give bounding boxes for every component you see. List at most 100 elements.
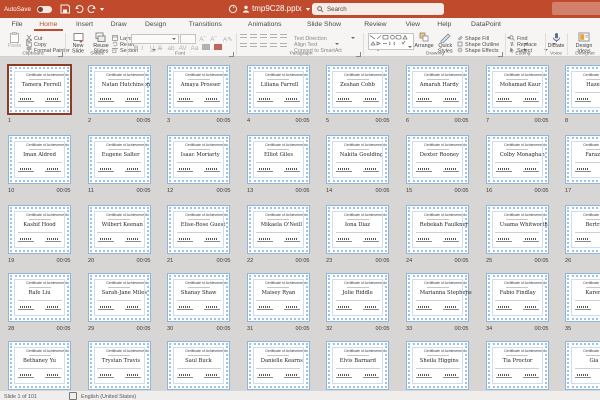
slide-thumbnail-29[interactable]: Certificate of Achievement Sarah-Jane Mil… [87,273,151,322]
slide-thumbnail-2[interactable]: Certificate of Achievement Natan Hutchins… [87,65,151,114]
account-icon[interactable] [241,4,251,14]
tab-help[interactable]: Help [429,18,460,31]
tab-draw[interactable]: Draw [102,18,135,31]
save-icon[interactable] [60,4,70,14]
slide-thumbnail-30[interactable]: Certificate of Achievement Shanay Shaw [167,273,231,322]
account-area[interactable] [552,2,600,15]
certificate-name: Bethaney Yu [23,358,56,364]
slide-thumbnail-41[interactable]: Certificate of Achievement Elvis Barnard [326,341,390,390]
slide-thumbnail-39[interactable]: Certificate of Achievement Saul Buck [167,341,231,390]
sync-icon[interactable] [228,4,238,14]
slide-thumbnail-6[interactable]: Certificate of Achievement Amarah Hardy [406,65,469,114]
tab-view[interactable]: View [397,18,429,31]
font-color-button[interactable] [214,44,222,50]
slide-thumbnail-15[interactable]: Certificate of Achievement Dexter Rooney [406,135,469,184]
certificate-name: Fabio Findlay [499,290,536,296]
font-size-select[interactable] [180,34,196,44]
tab-design[interactable]: Design [135,18,176,31]
slide-thumbnail-21[interactable]: Certificate of Achievement Elise-Rose Gue… [167,205,231,254]
slide-thumbnail-28[interactable]: Certificate of Achievement Rafe Liu [8,273,71,322]
slide-thumbnail-10[interactable]: Certificate of Achievement Iman Aldred [8,135,71,184]
slide-thumbnail-37[interactable]: Certificate of Achievement Bethaney Yu [8,341,71,390]
qat-customize-caret[interactable] [100,0,104,18]
slide-thumbnail-19[interactable]: Certificate of Achievement Kashif Hood [8,205,71,254]
slide-thumbnail-38[interactable]: Certificate of Achievement Trystan Travis [87,341,151,390]
slide-thumbnail-33[interactable]: Certificate of Achievement Marianna Steph… [406,273,472,322]
slide-thumbnail-43[interactable]: Certificate of Achievement Tia Proctor [485,341,549,390]
slide-label-row: 6 00:05 [406,117,469,124]
search-box[interactable]: Search [312,3,444,15]
autosave-toggle[interactable] [37,6,52,13]
tab-transitions[interactable]: Transitions [176,18,235,31]
justify-button[interactable] [270,43,277,49]
bullets-button[interactable] [240,34,247,40]
certificate-header: Certificate of Achievement [185,73,227,77]
signature-line [363,98,380,102]
clear-formatting-button[interactable]: A✎ [223,36,233,44]
slide-thumbnail-17[interactable]: Certificate of Achievement Faraz Fr [565,135,600,184]
slide-thumbnail-3[interactable]: Certificate of Achievement Amaya Prosser [167,65,231,114]
decrease-indent-button[interactable] [260,34,267,40]
undo-icon[interactable] [74,4,84,14]
shapes-gallery[interactable] [368,33,414,50]
certificate-header: Certificate of Achievement [503,143,545,147]
change-case-button[interactable]: Aa [191,44,199,51]
align-center-button[interactable] [250,43,257,49]
slide-number: 24 [406,257,413,264]
tab-home[interactable]: Home [30,18,67,31]
document-title-caret[interactable] [306,0,310,18]
slide-thumbnail-40[interactable]: Certificate of Achievement Danielle Kearn… [246,341,310,390]
certificate-header: Certificate of Achievement [583,213,600,217]
slide-number: 4 [246,117,250,124]
slide-thumbnail-26[interactable]: Certificate of Achievement Bertram [565,205,600,254]
slide-thumbnail-22[interactable]: Certificate of Achievement Mikaela O'Neil… [246,205,310,254]
slide-thumbnail-31[interactable]: Certificate of Achievement Maisey Ryan [246,273,310,322]
grow-font-button[interactable]: Aˆ [199,35,205,42]
align-left-button[interactable] [240,43,247,49]
slide-thumbnail-23[interactable]: Certificate of Achievement Iona Diaz [326,205,390,254]
slide-thumbnail-13[interactable]: Certificate of Achievement Elliot Giles [246,135,310,184]
slide-thumbnail-14[interactable]: Certificate of Achievement Nakita Gouldin… [326,135,390,184]
slide-thumbnail-35[interactable]: Certificate of Achievement Karen H [565,273,600,322]
slide-thumbnail-5[interactable]: Certificate of Achievement Zeshan Cobb [326,65,390,114]
align-right-button[interactable] [260,43,267,49]
slide-thumbnail-25[interactable]: Certificate of Achievement Usama Whitwort… [485,205,549,254]
signature-line [18,306,34,310]
slide-thumbnail-34[interactable]: Certificate of Achievement Fabio Findlay [485,273,549,322]
slide-thumbnail-16[interactable]: Certificate of Achievement Colby Monaghan [485,135,549,184]
slide-thumbnail-12[interactable]: Certificate of Achievement Isaac Moriarty [167,135,231,184]
shrink-font-button[interactable]: Aˇ [210,35,216,42]
slide-label-row: 5 00:05 [326,117,389,124]
italic-button[interactable]: I [141,44,143,51]
accessibility-icon[interactable] [69,391,78,400]
slide-thumbnail-42[interactable]: Certificate of Achievement Sheila Higgins [406,341,469,390]
columns-button[interactable] [280,43,287,49]
tab-datapoint[interactable]: DataPoint [459,18,513,31]
numbering-button[interactable] [250,34,257,40]
redo-icon[interactable] [87,4,97,14]
slide-thumbnail-24[interactable]: Certificate of Achievement Rebekah Faulkn… [406,205,469,254]
bold-button[interactable]: B [134,44,139,51]
slide-thumbnail-8[interactable]: Certificate of Achievement Hazel B [565,65,600,114]
tab-file[interactable]: File [4,18,30,31]
highlight-color-button[interactable] [202,44,210,50]
increase-indent-button[interactable] [270,34,277,40]
slide-thumbnail-11[interactable]: Certificate of Achievement Eugene Salter [87,135,151,184]
slide-thumbnail-20[interactable]: Certificate of Achievement Wilbert Keenan [87,205,151,254]
document-title[interactable]: tmp9C28.pptx [252,4,302,13]
slide-thumbnail-7[interactable]: Certificate of Achievement Mohamad Kaur [485,65,549,114]
tab-review[interactable]: Review [354,18,397,31]
slide-thumbnail-4[interactable]: Certificate of Achievement Liliana Farrel… [246,65,310,114]
strikethrough-button[interactable]: S [158,44,162,51]
slide-thumbnail-32[interactable]: Certificate of Achievement Jolie Riddle [326,273,390,322]
language-indicator[interactable]: English (United States) [81,393,136,399]
tab-animations[interactable]: Animations [235,18,294,31]
slide-thumbnail-44[interactable]: Certificate of Achievement Gia Y [565,341,600,390]
tab-insert[interactable]: Insert [67,18,102,31]
underline-button[interactable]: U [150,44,155,51]
line-spacing-button[interactable] [280,34,287,40]
font-name-select[interactable] [131,34,179,44]
powerpoint-window: AutoSave tmp9C28.pptx Search FileHome I [0,0,600,400]
slide-thumbnail-1[interactable]: Certificate of Achievement Tamera Ferrell [7,64,72,115]
tab-slide-show[interactable]: Slide Show [294,18,354,31]
